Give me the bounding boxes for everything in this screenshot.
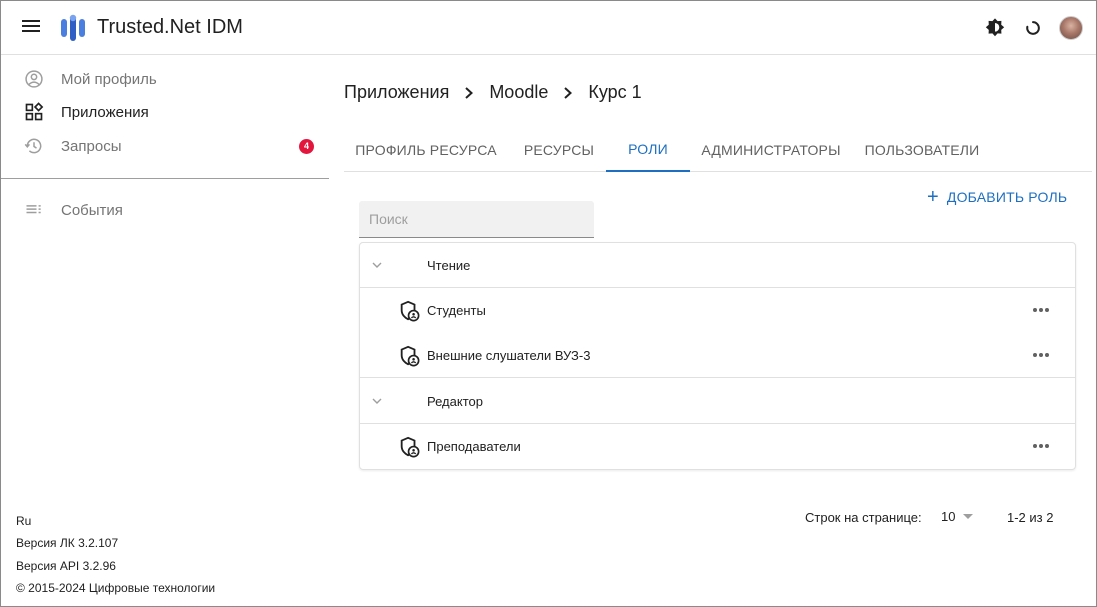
version-api: Версия API 3.2.96 — [16, 559, 116, 573]
chevron-right-icon — [463, 86, 475, 100]
pagination-range: 1-2 из 2 — [1007, 510, 1054, 525]
role-name: Студенты — [427, 303, 486, 318]
app-logo — [61, 14, 85, 41]
search-input[interactable] — [359, 201, 594, 237]
sidebar-item-applications[interactable]: Приложения — [1, 95, 329, 129]
account-circle-icon — [24, 69, 44, 89]
chevron-right-icon — [562, 86, 574, 100]
rows-per-page-select[interactable]: 10 — [941, 509, 974, 524]
app-bar: Trusted.Net IDM — [1, 1, 1096, 55]
role-row[interactable]: Преподаватели — [360, 424, 1075, 469]
tab-administrators[interactable]: АДМИНИСТРАТОРЫ — [696, 128, 846, 171]
chevron-down-icon[interactable] — [370, 258, 384, 272]
notification-badge: 4 — [299, 138, 314, 154]
version-lk: Версия ЛК 3.2.107 — [16, 536, 119, 550]
search-field — [359, 201, 594, 238]
list-icon — [24, 200, 44, 220]
sidebar-divider — [1, 178, 329, 179]
role-group-row[interactable]: Редактор — [360, 379, 1075, 424]
tab-roles[interactable]: РОЛИ — [606, 128, 690, 172]
sidebar-item-label: Мой профиль — [61, 70, 157, 88]
breadcrumb-item-current: Курс 1 — [588, 82, 642, 102]
rows-per-page-value: 10 — [941, 509, 956, 524]
more-options-icon[interactable] — [1028, 300, 1054, 320]
more-options-icon[interactable] — [1028, 436, 1054, 456]
breadcrumb-item-applications[interactable]: Приложения — [344, 82, 449, 103]
sidebar-item-label: События — [61, 201, 123, 219]
refresh-icon[interactable] — [1020, 15, 1046, 41]
app-window: Trusted.Net IDM Мой профиль Приложения З… — [0, 0, 1097, 607]
sidebar-item-label: Приложения — [61, 103, 149, 121]
add-role-button[interactable]: + ДОБАВИТЬ РОЛЬ — [927, 186, 1068, 208]
plus-icon: + — [927, 186, 939, 208]
role-group-label: Редактор — [427, 394, 483, 409]
app-title: Trusted.Net IDM — [97, 16, 243, 38]
theme-toggle-icon[interactable] — [982, 15, 1008, 41]
role-group-label: Чтение — [427, 258, 471, 273]
shield-user-icon — [400, 300, 420, 322]
apps-icon — [24, 102, 44, 122]
more-options-icon[interactable] — [1028, 345, 1054, 365]
history-icon — [24, 136, 44, 156]
user-avatar[interactable] — [1058, 15, 1084, 41]
tab-resources[interactable]: РЕСУРСЫ — [510, 128, 608, 171]
avatar — [1059, 16, 1083, 40]
role-row[interactable]: Внешние слушатели ВУЗ-3 — [360, 333, 1075, 378]
sidebar-item-my-profile[interactable]: Мой профиль — [1, 62, 329, 96]
role-name: Внешние слушатели ВУЗ-3 — [427, 348, 591, 363]
sidebar: Мой профиль Приложения Запросы 4 События… — [1, 56, 329, 606]
sidebar-item-requests[interactable]: Запросы 4 — [1, 129, 329, 163]
shield-user-icon — [400, 345, 420, 367]
role-row[interactable]: Студенты — [360, 288, 1075, 333]
tabs: ПРОФИЛЬ РЕСУРСА РЕСУРСЫ РОЛИ АДМИНИСТРАТ… — [344, 128, 1092, 172]
copyright: © 2015-2024 Цифровые технологии — [16, 581, 216, 595]
breadcrumb-item-moodle[interactable]: Moodle — [489, 82, 548, 103]
breadcrumb: Приложения Moodle Курс 1 — [344, 82, 642, 103]
role-group-row[interactable]: Чтение — [360, 243, 1075, 288]
roles-table: Чтение Студенты Внешние слушатели ВУЗ-3 … — [359, 242, 1076, 470]
sidebar-item-label: Запросы — [61, 137, 122, 155]
role-name: Преподаватели — [427, 439, 521, 454]
language-selector[interactable]: Ru — [16, 514, 31, 528]
appbar-actions — [982, 15, 1084, 41]
sidebar-item-events[interactable]: События — [1, 193, 329, 227]
rows-per-page-label: Строк на странице: — [805, 510, 922, 525]
add-role-label: ДОБАВИТЬ РОЛЬ — [946, 189, 1068, 205]
dropdown-arrow-icon — [963, 514, 974, 519]
tab-users[interactable]: ПОЛЬЗОВАТЕЛИ — [856, 128, 988, 171]
menu-icon[interactable] — [18, 17, 44, 39]
chevron-down-icon[interactable] — [370, 394, 384, 408]
shield-user-icon — [400, 436, 420, 458]
tab-resource-profile[interactable]: ПРОФИЛЬ РЕСУРСА — [344, 128, 508, 171]
